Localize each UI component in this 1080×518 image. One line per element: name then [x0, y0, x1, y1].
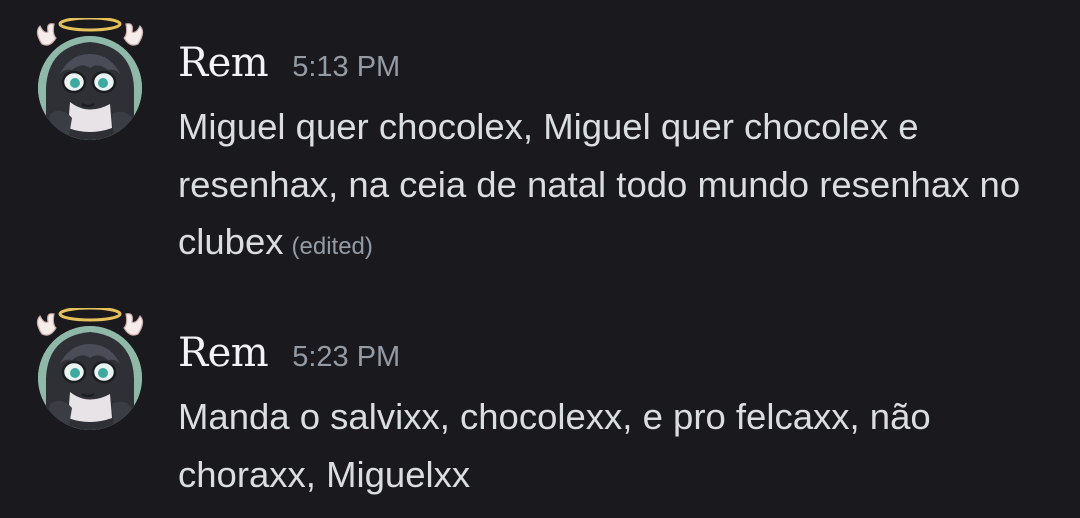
avatar[interactable] — [28, 308, 152, 432]
username[interactable]: Rem — [178, 330, 269, 376]
message-content: Manda o salvixx, chocolexx, e pro felcax… — [178, 388, 1058, 503]
message-header: Rem 5:23 PM — [178, 330, 400, 380]
username[interactable]: Rem — [178, 40, 269, 86]
timestamp[interactable]: 5:23 PM — [292, 341, 400, 374]
avatar-icon — [36, 18, 144, 140]
avatar[interactable] — [28, 18, 152, 142]
message-content: Miguel quer chocolex, Miguel quer chocol… — [178, 98, 1058, 276]
message-header: Rem 5:13 PM — [178, 40, 400, 90]
avatar-icon — [36, 308, 144, 430]
timestamp[interactable]: 5:13 PM — [292, 51, 400, 84]
message-text: Manda o salvixx, chocolexx, e pro felcax… — [178, 396, 931, 495]
edited-label[interactable]: (edited) — [292, 233, 373, 260]
